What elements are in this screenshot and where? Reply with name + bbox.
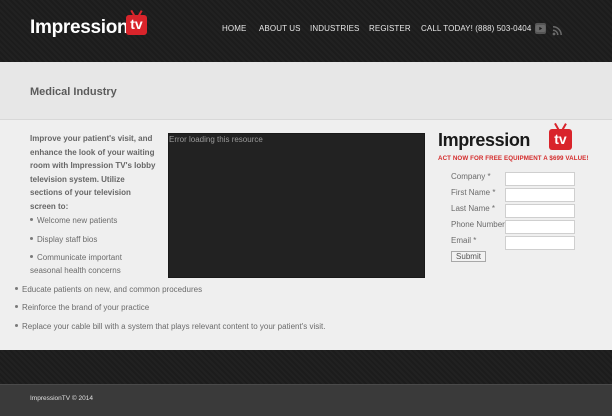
logo-text: Impression <box>30 17 129 38</box>
nav-home[interactable]: HOME <box>222 24 246 33</box>
email-label: Email * <box>451 236 477 245</box>
page-title: Medical Industry <box>30 86 117 98</box>
bullet-icon <box>30 237 33 241</box>
video-player[interactable]: Error loading this resource <box>168 133 425 278</box>
footer-band <box>0 350 612 384</box>
phone-number-label: Phone Number <box>451 220 505 229</box>
first-name-label: First Name * <box>451 188 496 197</box>
list-item: Reinforce the brand of your practice <box>15 302 149 315</box>
logo-tv-badge: tv <box>126 15 147 35</box>
promo-text: ACT NOW FOR FREE EQUIPMENT A $699 VALUE! <box>438 155 589 162</box>
site-header: Impression tv HOME ABOUT US INDUSTRIES R… <box>0 0 612 62</box>
title-band: Medical Industry <box>0 62 612 120</box>
list-item-text: Display staff bios <box>37 235 98 244</box>
list-item-text: Communicate important seasonal health co… <box>30 253 122 275</box>
list-item: Replace your cable bill with a system th… <box>15 321 325 334</box>
sidebar-logo-text: Impression <box>438 130 531 150</box>
list-item-text: Educate patients on new, and common proc… <box>22 285 203 294</box>
nav-register[interactable]: REGISTER <box>369 24 411 33</box>
submit-button[interactable]: Submit <box>451 251 486 262</box>
nav-call-today[interactable]: CALL TODAY! (888) 503-0404 <box>421 24 531 33</box>
bullet-icon <box>30 218 33 222</box>
bullet-icon <box>15 324 18 328</box>
first-name-field[interactable] <box>505 188 575 202</box>
nav-about-us[interactable]: ABOUT US <box>259 24 301 33</box>
rss-icon[interactable] <box>552 23 563 36</box>
list-item: Display staff bios <box>30 234 160 247</box>
list-item-text: Reinforce the brand of your practice <box>22 303 150 312</box>
company-label: Company * <box>451 172 491 181</box>
list-item: Educate patients on new, and common proc… <box>15 284 202 297</box>
bullet-icon <box>15 305 18 309</box>
nav-industries[interactable]: INDUSTRIES <box>310 24 359 33</box>
intro-text: Improve your patient's visit, and enhanc… <box>30 134 156 211</box>
youtube-icon[interactable] <box>535 23 546 34</box>
list-item-text: Replace your cable bill with a system th… <box>22 322 326 331</box>
bullet-icon <box>15 287 18 291</box>
last-name-label: Last Name * <box>451 204 496 213</box>
list-item-text: Welcome new patients <box>37 216 118 225</box>
last-name-field[interactable] <box>505 204 575 218</box>
company-field[interactable] <box>505 172 575 186</box>
site-footer: ImpressionTV © 2014 <box>0 384 612 416</box>
copyright-text: ImpressionTV © 2014 <box>30 395 93 402</box>
sidebar-logo: Impression tv <box>438 122 578 156</box>
list-item: Communicate important seasonal health co… <box>30 252 142 277</box>
phone-number-field[interactable] <box>505 220 575 234</box>
sidebar-logo-tv-badge: tv <box>549 129 572 150</box>
video-error-message: Error loading this resource <box>169 135 263 144</box>
bullet-icon <box>30 255 33 259</box>
email-field[interactable] <box>505 236 575 250</box>
list-item: Welcome new patients <box>30 215 160 228</box>
